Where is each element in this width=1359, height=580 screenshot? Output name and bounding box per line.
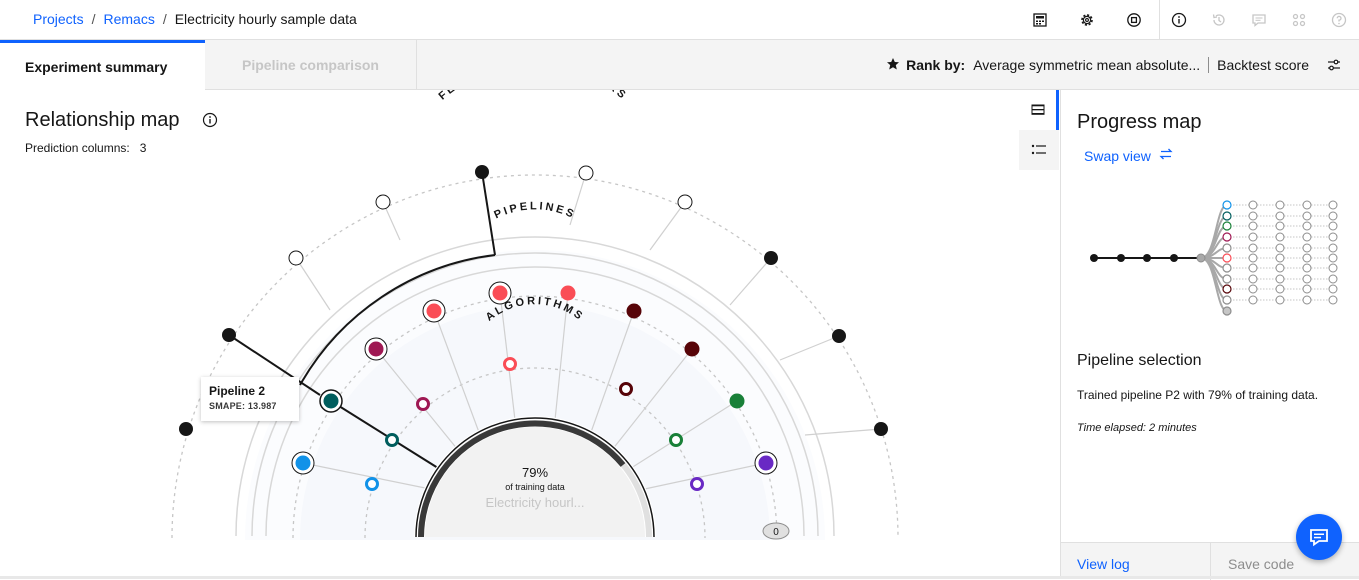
- history-icon: [1209, 10, 1229, 30]
- breadcrumb-project[interactable]: Remacs: [103, 11, 154, 27]
- list-icon: [1031, 104, 1044, 115]
- ring-label-pipelines: PIPELINES: [492, 200, 575, 221]
- calculator-icon[interactable]: [1030, 10, 1050, 30]
- tooltip-metric: SMAPE: 13.987: [209, 401, 277, 411]
- bullet-list-icon: [1031, 144, 1046, 155]
- algorithm-node[interactable]: [619, 382, 633, 396]
- settings-adjust-icon[interactable]: [1309, 57, 1359, 73]
- prediction-columns: Prediction columns: 3: [25, 141, 146, 155]
- breadcrumb-current: Electricity hourly sample data: [174, 11, 357, 27]
- svg-text:FEATURE TRANSFORMERS: FEATURE TRANSFORMERS: [436, 90, 629, 103]
- zero-badge[interactable]: 0: [762, 522, 790, 540]
- pipeline-node[interactable]: [626, 303, 642, 319]
- zero-badge-label: 0: [773, 527, 779, 538]
- breadcrumb-separator: /: [91, 11, 96, 27]
- ft-node[interactable]: [874, 422, 888, 436]
- pipeline-selection-description: Trained pipeline P2 with 79% of training…: [1077, 388, 1319, 402]
- relationship-map-panel: FEATURE TRANSFORMERS PIPELINES ALGORITHM…: [0, 90, 1060, 579]
- progress-map-panel: Progress map Swap view Pipeline selectio…: [1060, 90, 1359, 580]
- ft-node[interactable]: [475, 165, 489, 179]
- ring-label-feature-transformers: FEATURE TRANSFORMERS: [436, 90, 626, 103]
- algorithm-node[interactable]: [365, 477, 379, 491]
- breadcrumb-separator: /: [162, 11, 167, 27]
- info-icon[interactable]: [202, 112, 218, 133]
- progress-map-tree: [1090, 200, 1338, 316]
- chat-icon: [1249, 10, 1269, 30]
- svg-text:PIPELINES: PIPELINES: [492, 200, 577, 221]
- gear-icon[interactable]: [1077, 10, 1097, 30]
- chat-assistant-button[interactable]: [1296, 514, 1342, 560]
- chat-icon: [1310, 529, 1328, 547]
- pipeline-node[interactable]: [729, 393, 745, 409]
- tab-pipeline-comparison: Pipeline comparison: [205, 40, 417, 90]
- view-log-link[interactable]: View log: [1077, 556, 1130, 572]
- pipeline-node[interactable]: [295, 455, 311, 471]
- ft-node[interactable]: [677, 194, 693, 210]
- help-icon: [1329, 10, 1349, 30]
- pipeline-node[interactable]: [492, 285, 508, 301]
- info-icon[interactable]: [1169, 10, 1189, 30]
- center-caption: of training data: [505, 482, 565, 492]
- list-view-tab[interactable]: [1019, 130, 1059, 170]
- ft-node[interactable]: [764, 251, 778, 265]
- apps-icon: [1289, 10, 1309, 30]
- prediction-columns-value: 3: [139, 141, 147, 155]
- pipeline-selection-title: Pipeline selection: [1077, 352, 1202, 369]
- top-bar: Projects / Remacs / Electricity hourly s…: [0, 0, 1359, 40]
- breadcrumb-projects[interactable]: Projects: [33, 11, 84, 27]
- algorithm-node[interactable]: [669, 433, 683, 447]
- relationship-map-title: Relationship map: [25, 109, 180, 131]
- relationship-map-chart: FEATURE TRANSFORMERS PIPELINES ALGORITHM…: [171, 90, 899, 540]
- pipeline-node[interactable]: [368, 341, 384, 357]
- center-percent: 79%: [522, 465, 548, 480]
- tab-experiment-summary[interactable]: Experiment summary: [0, 40, 205, 90]
- ft-node[interactable]: [375, 194, 391, 210]
- algorithm-node[interactable]: [416, 397, 430, 411]
- pipeline-node[interactable]: [684, 341, 700, 357]
- algorithm-node[interactable]: [385, 433, 399, 447]
- ft-node[interactable]: [288, 250, 304, 266]
- rank-by-score[interactable]: Backtest score: [1217, 57, 1309, 73]
- rank-by-label: Rank by:: [906, 57, 966, 73]
- ft-node[interactable]: [222, 328, 236, 342]
- ft-node[interactable]: [832, 329, 846, 343]
- star-icon: [886, 57, 900, 74]
- ft-node[interactable]: [179, 422, 193, 436]
- pipeline-tooltip: Pipeline 2 SMAPE: 13.987: [201, 377, 299, 421]
- breadcrumb: Projects / Remacs / Electricity hourly s…: [33, 11, 357, 27]
- tooltip-title: Pipeline 2: [209, 384, 266, 398]
- map-view-tab[interactable]: [1019, 90, 1059, 130]
- rank-by-metric[interactable]: Average symmetric mean absolute...: [973, 57, 1210, 73]
- ft-node[interactable]: [578, 165, 594, 181]
- pipeline-node[interactable]: [560, 285, 576, 301]
- time-elapsed: Time elapsed: 2 minutes: [1077, 422, 1197, 434]
- stop-icon[interactable]: [1124, 10, 1144, 30]
- pipeline-node-selected[interactable]: [323, 393, 339, 409]
- center-dataset: Electricity hourl...: [486, 495, 585, 510]
- pipeline-node[interactable]: [758, 455, 774, 471]
- header-divider: [1159, 0, 1160, 40]
- pipeline-node[interactable]: [426, 303, 442, 319]
- algorithm-node[interactable]: [503, 357, 517, 371]
- prediction-columns-label: Prediction columns:: [25, 141, 130, 155]
- algorithm-node[interactable]: [690, 477, 704, 491]
- view-toggle: [1019, 90, 1059, 170]
- tab-bar: Experiment summary Pipeline comparison R…: [0, 40, 1359, 90]
- rank-by-control[interactable]: Rank by: Average symmetric mean absolute…: [886, 40, 1359, 90]
